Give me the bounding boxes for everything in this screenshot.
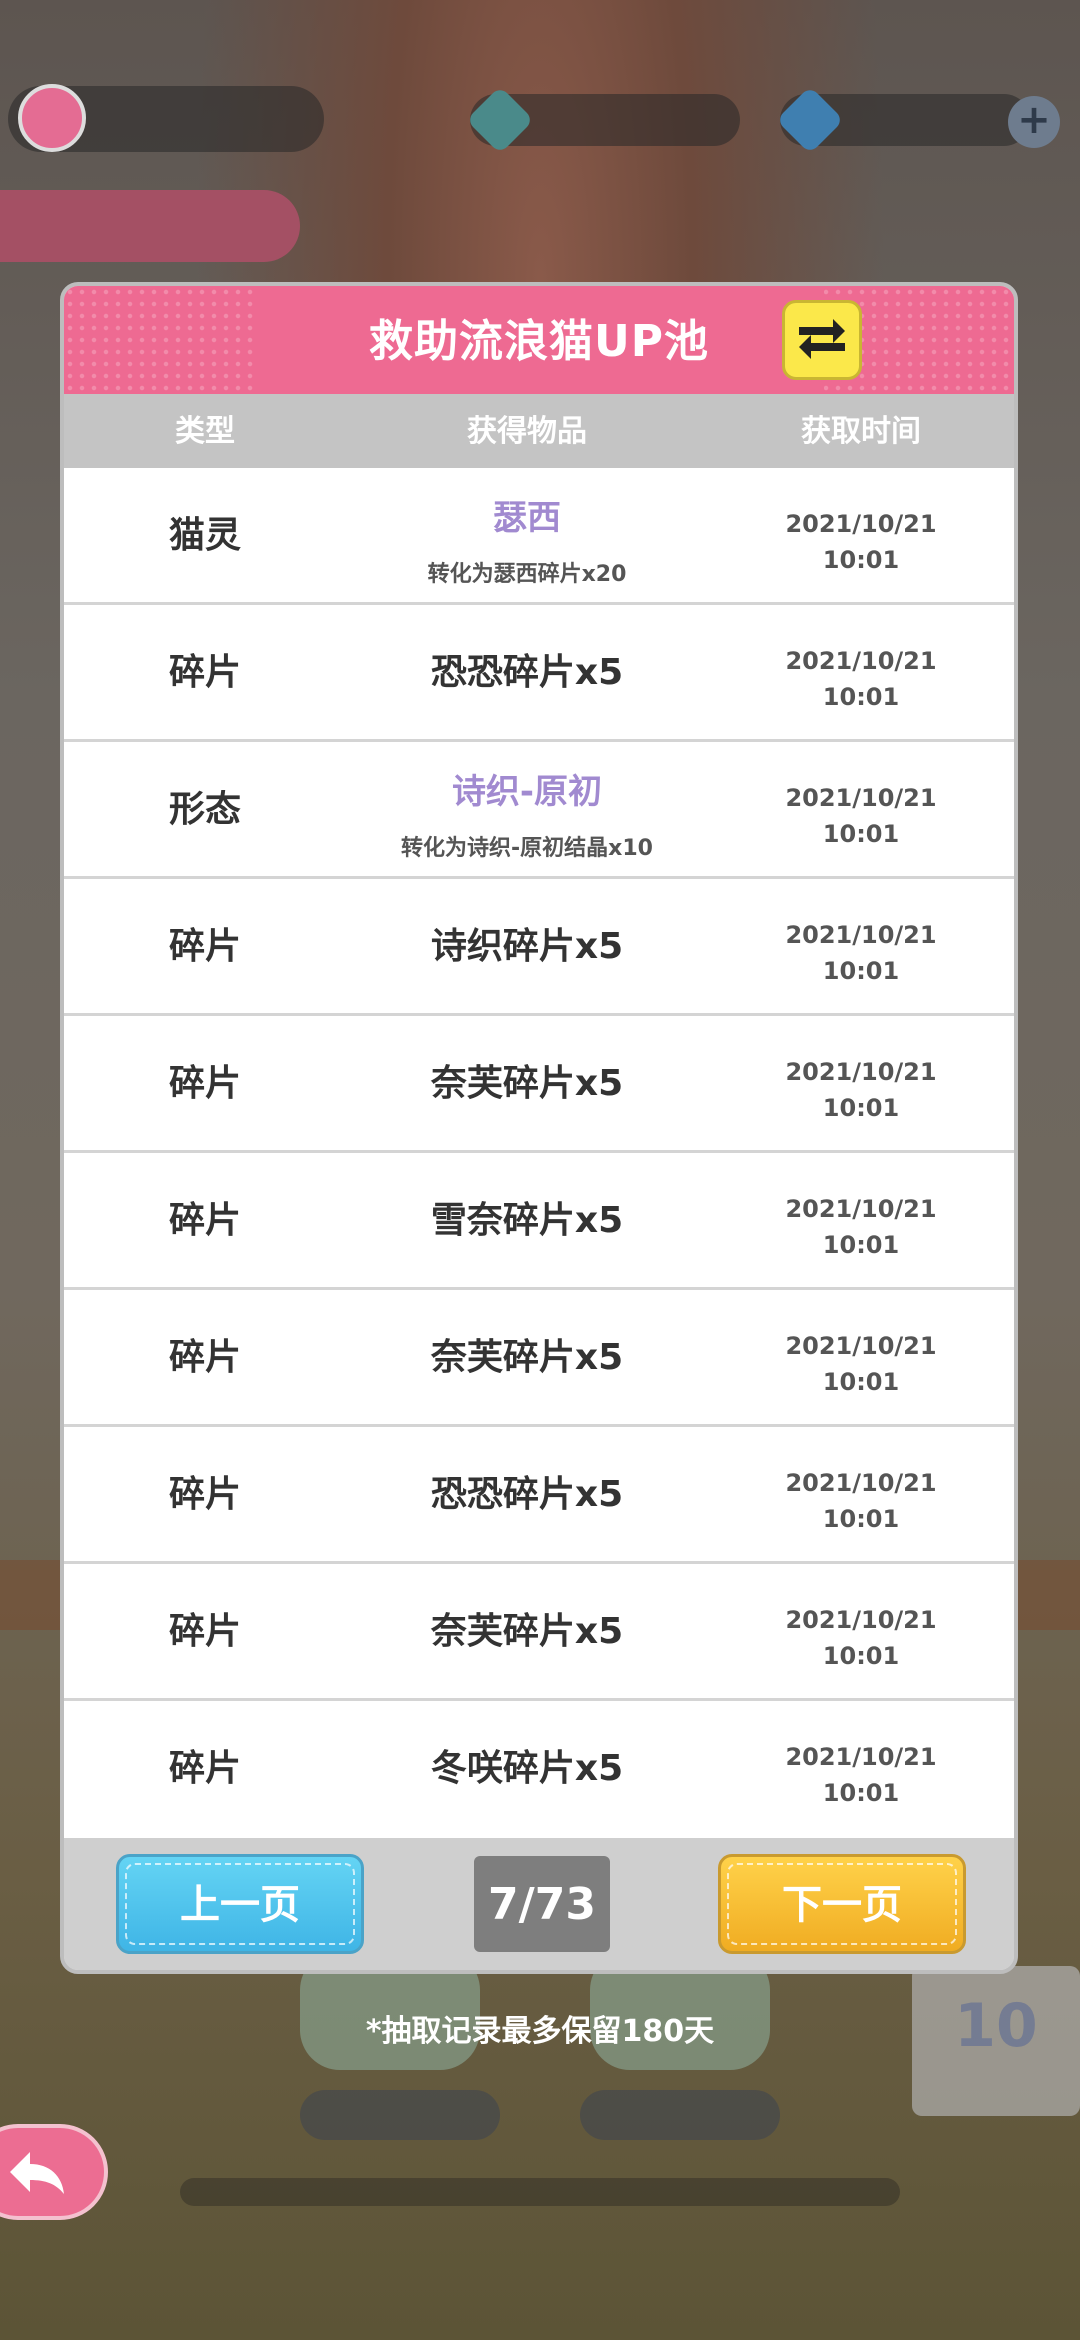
row-date: 2021/10/21 (785, 921, 937, 949)
draw-record-tab (0, 190, 300, 262)
row-clock: 10:01 (822, 1094, 900, 1122)
row-time: 2021/10/21 10:01 (708, 643, 1014, 715)
row-clock: 10:01 (822, 1231, 900, 1259)
column-header-time: 获取时间 (801, 414, 921, 449)
row-type: 碎片 (168, 1611, 241, 1652)
pagination-bar: 上一页 7/73 下一页 (64, 1838, 1014, 1970)
row-date: 2021/10/21 (785, 1332, 937, 1360)
row-time: 2021/10/21 10:01 (708, 1054, 1014, 1126)
row-time: 2021/10/21 10:01 (708, 917, 1014, 989)
row-date: 2021/10/21 (785, 1058, 937, 1086)
table-row: 碎片 诗织碎片x5 2021/10/21 10:01 (64, 879, 1014, 1016)
row-item: 冬咲碎片x5 (346, 1701, 708, 1835)
add-currency-button[interactable]: + (1008, 96, 1060, 148)
swap-arrows-icon (799, 319, 845, 359)
row-type: 碎片 (168, 652, 241, 693)
row-type: 碎片 (168, 1337, 241, 1378)
row-item: 奈芙碎片x5 (346, 1290, 708, 1424)
prev-page-button[interactable]: 上一页 (116, 1854, 364, 1954)
draw-record-dialog: 救助流浪猫UP池 类型 获得物品 获取时间 猫灵 瑟西 转化为瑟西碎片x20 2… (60, 282, 1018, 1974)
row-item-name: 冬咲碎片x5 (430, 1748, 624, 1789)
table-row: 碎片 恐恐碎片x5 2021/10/21 10:01 (64, 1427, 1014, 1564)
row-date: 2021/10/21 (785, 1606, 937, 1634)
row-type: 碎片 (168, 1474, 241, 1515)
back-arrow-icon (10, 2152, 64, 2194)
row-item-name: 诗织碎片x5 (430, 926, 624, 967)
row-clock: 10:01 (822, 683, 900, 711)
row-time: 2021/10/21 10:01 (708, 1465, 1014, 1537)
row-time: 2021/10/21 10:01 (708, 1602, 1014, 1674)
row-item: 奈芙碎片x5 (346, 1016, 708, 1150)
table-row: 形态 诗织-原初 转化为诗织-原初结晶x10 2021/10/21 10:01 (64, 742, 1014, 879)
row-type: 碎片 (168, 1063, 241, 1104)
table-header: 类型 获得物品 获取时间 (64, 394, 1014, 468)
row-type: 形态 (168, 789, 241, 830)
row-item-name: 瑟西 (493, 498, 561, 538)
column-header-type: 类型 (175, 414, 235, 449)
row-type: 碎片 (168, 1748, 241, 1789)
row-item: 诗织碎片x5 (346, 879, 708, 1013)
next-page-button[interactable]: 下一页 (718, 1854, 966, 1954)
row-clock: 10:01 (822, 820, 900, 848)
row-item: 瑟西 转化为瑟西碎片x20 (346, 468, 708, 602)
table-row: 碎片 雪奈碎片x5 2021/10/21 10:01 (64, 1153, 1014, 1290)
row-item-converted: 转化为瑟西碎片x20 (427, 562, 627, 587)
row-date: 2021/10/21 (785, 1195, 937, 1223)
table-row: 碎片 恐恐碎片x5 2021/10/21 10:01 (64, 605, 1014, 742)
page-indicator: 7/73 (474, 1856, 610, 1952)
row-item-name: 恐恐碎片x5 (430, 1474, 624, 1515)
row-type: 碎片 (168, 926, 241, 967)
background-pill-right (580, 2090, 780, 2140)
swap-pool-button[interactable] (782, 300, 862, 380)
row-type: 猫灵 (168, 515, 241, 556)
avatar (18, 84, 86, 152)
row-item: 奈芙碎片x5 (346, 1564, 708, 1698)
row-clock: 10:01 (822, 1779, 900, 1807)
row-item-name: 奈芙碎片x5 (430, 1611, 624, 1652)
dialog-title: 救助流浪猫UP池 (369, 316, 709, 367)
row-item-name: 奈芙碎片x5 (430, 1063, 624, 1104)
row-clock: 10:01 (822, 957, 900, 985)
background-pill-left (300, 2090, 500, 2140)
row-time: 2021/10/21 10:01 (708, 1328, 1014, 1400)
row-date: 2021/10/21 (785, 784, 937, 812)
row-time: 2021/10/21 10:01 (708, 780, 1014, 852)
row-item-name: 奈芙碎片x5 (430, 1337, 624, 1378)
row-item: 雪奈碎片x5 (346, 1153, 708, 1287)
row-time: 2021/10/21 10:01 (708, 506, 1014, 578)
bottom-hint-text (180, 2178, 900, 2206)
row-date: 2021/10/21 (785, 1469, 937, 1497)
row-item: 恐恐碎片x5 (346, 605, 708, 739)
row-time: 2021/10/21 10:01 (708, 1739, 1014, 1811)
row-clock: 10:01 (822, 1505, 900, 1533)
row-clock: 10:01 (822, 1368, 900, 1396)
row-date: 2021/10/21 (785, 647, 937, 675)
row-type: 碎片 (168, 1200, 241, 1241)
retention-note: *抽取记录最多保留180天 (365, 2014, 715, 2049)
row-clock: 10:01 (822, 546, 900, 574)
row-item-converted: 转化为诗织-原初结晶x10 (401, 836, 653, 861)
row-item: 诗织-原初 转化为诗织-原初结晶x10 (346, 742, 708, 876)
back-button[interactable] (0, 2124, 108, 2220)
row-item-name: 诗织-原初 (451, 772, 603, 812)
table-row: 碎片 奈芙碎片x5 2021/10/21 10:01 (64, 1564, 1014, 1701)
row-item-name: 雪奈碎片x5 (430, 1200, 624, 1241)
table-row: 猫灵 瑟西 转化为瑟西碎片x20 2021/10/21 10:01 (64, 468, 1014, 605)
column-header-item: 获得物品 (467, 414, 587, 449)
table-row: 碎片 奈芙碎片x5 2021/10/21 10:01 (64, 1290, 1014, 1427)
table-row: 碎片 奈芙碎片x5 2021/10/21 10:01 (64, 1016, 1014, 1153)
row-date: 2021/10/21 (785, 510, 937, 538)
row-item-name: 恐恐碎片x5 (430, 652, 624, 693)
row-clock: 10:01 (822, 1642, 900, 1670)
table-row: 碎片 冬咲碎片x5 2021/10/21 10:01 (64, 1701, 1014, 1838)
row-time: 2021/10/21 10:01 (708, 1191, 1014, 1263)
row-item: 恐恐碎片x5 (346, 1427, 708, 1561)
row-date: 2021/10/21 (785, 1743, 937, 1771)
